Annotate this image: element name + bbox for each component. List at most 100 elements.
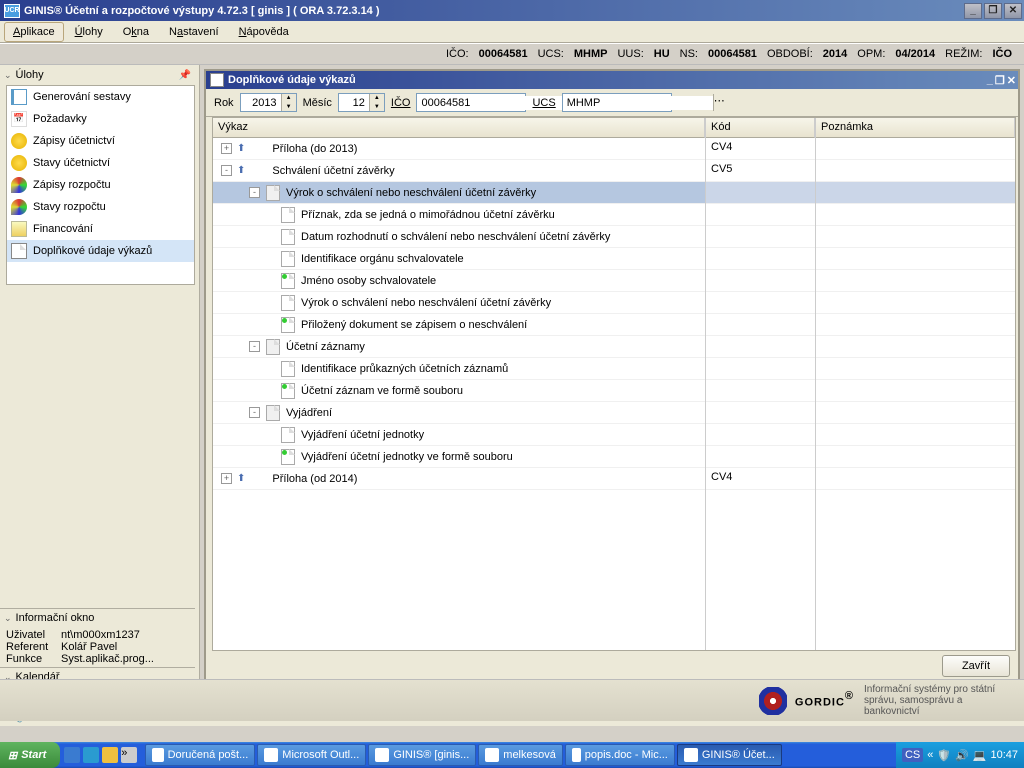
tree-row[interactable]: -⬆Schválení účetní závěrky [213, 160, 705, 182]
taskbar-item[interactable]: GINIS® [ginis... [368, 744, 476, 766]
sidebar-item-financovani[interactable]: Financování [7, 218, 194, 240]
tray-icon[interactable]: 🔊 [955, 749, 969, 762]
mesic-input[interactable] [339, 96, 369, 110]
tree-row[interactable]: Identifikace orgánu schvalovatele [213, 248, 705, 270]
close-button[interactable]: ✕ [1004, 3, 1022, 19]
row-label: Vyjádření účetní jednotky [299, 429, 424, 441]
row-label: Identifikace průkazných účetních záznamů [299, 363, 508, 375]
sidebar-item-pozadavky[interactable]: Požadavky [7, 108, 194, 130]
col-vykaz[interactable]: Výkaz [213, 118, 705, 138]
expander-icon[interactable]: + [221, 473, 232, 484]
tree-row[interactable]: -Výrok o schválení nebo neschválení účet… [213, 182, 705, 204]
sidebar-item-stavy-rozp[interactable]: Stavy rozpočtu [7, 196, 194, 218]
ico-link[interactable]: IČO [391, 97, 411, 109]
sidebar-item-doplnkove[interactable]: Doplňkové údaje výkazů [7, 240, 194, 262]
chevron-down-icon: ⌄ [4, 613, 12, 623]
sidebar-item-generovani[interactable]: Generování sestavy [7, 86, 194, 108]
tree-row[interactable]: -Vyjádření [213, 402, 705, 424]
kod-cell [706, 204, 815, 226]
menu-nastaveni[interactable]: Nastavení [160, 22, 228, 42]
sidebar-item-stavy-ucet[interactable]: Stavy účetnictví [7, 152, 194, 174]
expander-icon[interactable]: + [221, 143, 232, 154]
taskbar-item[interactable]: GINIS® Účet... [677, 744, 782, 766]
poznamka-cell [816, 292, 1015, 314]
mesic-spinner[interactable]: ▲▼ [338, 93, 385, 112]
obd-value: 2014 [823, 48, 847, 60]
tree-row[interactable]: +⬆Příloha (od 2014) [213, 468, 705, 490]
tree-row[interactable]: Jméno osoby schvalovatele [213, 270, 705, 292]
ql-icon[interactable] [102, 747, 118, 763]
ucs-lookup-button[interactable]: ⋯ [713, 94, 725, 111]
menu-aplikace[interactable]: Aplikace [4, 22, 64, 42]
expander-icon[interactable]: - [249, 187, 260, 198]
tree-row[interactable]: Datum rozhodnutí o schválení nebo neschv… [213, 226, 705, 248]
file-icon [281, 427, 295, 443]
rok-spinner[interactable]: ▲▼ [240, 93, 297, 112]
expander-icon[interactable]: - [221, 165, 232, 176]
taskbar-item[interactable]: Microsoft Outl... [257, 744, 366, 766]
tree-row[interactable]: Výrok o schválení nebo neschválení účetn… [213, 292, 705, 314]
kod-cell [706, 424, 815, 446]
sidebar-item-zapisy-rozp[interactable]: Zápisy rozpočtu [7, 174, 194, 196]
menu-ulohy[interactable]: Úlohy [66, 22, 112, 42]
menu-okna[interactable]: Okna [114, 22, 158, 42]
ucs-field[interactable]: ⋯ [562, 93, 672, 112]
tray-icon[interactable]: 💻 [973, 749, 987, 762]
file-icon [281, 207, 295, 223]
sidebar-head-ulohy[interactable]: ⌄ Úlohy 📌 [0, 65, 195, 85]
maximize-button[interactable]: ❐ [984, 3, 1002, 19]
col-kod[interactable]: Kód [706, 118, 815, 138]
sidebar-section-info[interactable]: ⌄Informační okno [0, 608, 195, 627]
menu-napoveda[interactable]: Nápověda [230, 22, 298, 42]
palette-icon [11, 199, 27, 215]
tray-icon[interactable]: « [927, 749, 933, 761]
rez-value: IČO [992, 48, 1012, 60]
taskbar-item[interactable]: Doručená pošt... [145, 744, 255, 766]
ql-icon[interactable] [64, 747, 80, 763]
euro-icon [11, 155, 27, 171]
tree-row[interactable]: Vyjádření účetní jednotky ve formě soubo… [213, 446, 705, 468]
ql-divider-icon: » [121, 747, 137, 763]
pin-icon[interactable]: 📌 [179, 70, 191, 81]
tray-icon[interactable]: 🛡️ [937, 749, 951, 762]
taskbar-item[interactable]: melkesová [478, 744, 563, 766]
tree-row[interactable]: Příznak, zda se jedná o mimořádnou účetn… [213, 204, 705, 226]
col-poznamka[interactable]: Poznámka [816, 118, 1015, 138]
window-buttons: _ ❐ ✕ [964, 3, 1024, 19]
ico-field[interactable]: ⋯ [416, 93, 526, 112]
ucs-link[interactable]: UCS [532, 97, 555, 109]
tray-clock[interactable]: 10:47 [990, 749, 1018, 761]
sidebar-item-zapisy-ucet[interactable]: Zápisy účetnictví [7, 130, 194, 152]
poznamka-cell [816, 138, 1015, 160]
minimize-button[interactable]: _ [964, 3, 982, 19]
finance-icon [11, 221, 27, 237]
sub-minimize-button[interactable]: _ [987, 74, 993, 87]
start-button[interactable]: ⊞Start [0, 742, 60, 768]
taskbar-item[interactable]: popis.doc - Mic... [565, 744, 675, 766]
sub-close-button[interactable]: ✕ [1007, 74, 1016, 87]
sidebar-head-label: Úlohy [16, 69, 44, 81]
sub-maximize-button[interactable]: ❐ [995, 74, 1005, 87]
rok-label: Rok [214, 97, 234, 109]
ucs-input[interactable] [563, 96, 713, 110]
tree-row[interactable]: Vyjádření účetní jednotky [213, 424, 705, 446]
close-button[interactable]: Zavřít [942, 655, 1010, 677]
tree-row[interactable]: -Účetní záznamy [213, 336, 705, 358]
lang-indicator[interactable]: CS [902, 748, 923, 762]
tree-row[interactable]: +⬆Příloha (do 2013) [213, 138, 705, 160]
opm-value: 04/2014 [895, 48, 935, 60]
uus-value: HU [654, 48, 670, 60]
file-icon [281, 449, 295, 465]
tree-row[interactable]: Účetní záznam ve formě souboru [213, 380, 705, 402]
user-value: nt\m000xm1237 [61, 629, 140, 641]
tree-row[interactable]: Identifikace průkazných účetních záznamů [213, 358, 705, 380]
file-icon [281, 295, 295, 311]
poznamka-cell [816, 446, 1015, 468]
ql-icon[interactable] [83, 747, 99, 763]
expander-icon[interactable]: - [249, 407, 260, 418]
rok-input[interactable] [241, 96, 281, 110]
expander-icon[interactable]: - [249, 341, 260, 352]
tree-row[interactable]: Přiložený dokument se zápisem o neschvál… [213, 314, 705, 336]
poznamka-cell [816, 424, 1015, 446]
row-label: Vyjádření účetní jednotky ve formě soubo… [299, 451, 513, 463]
